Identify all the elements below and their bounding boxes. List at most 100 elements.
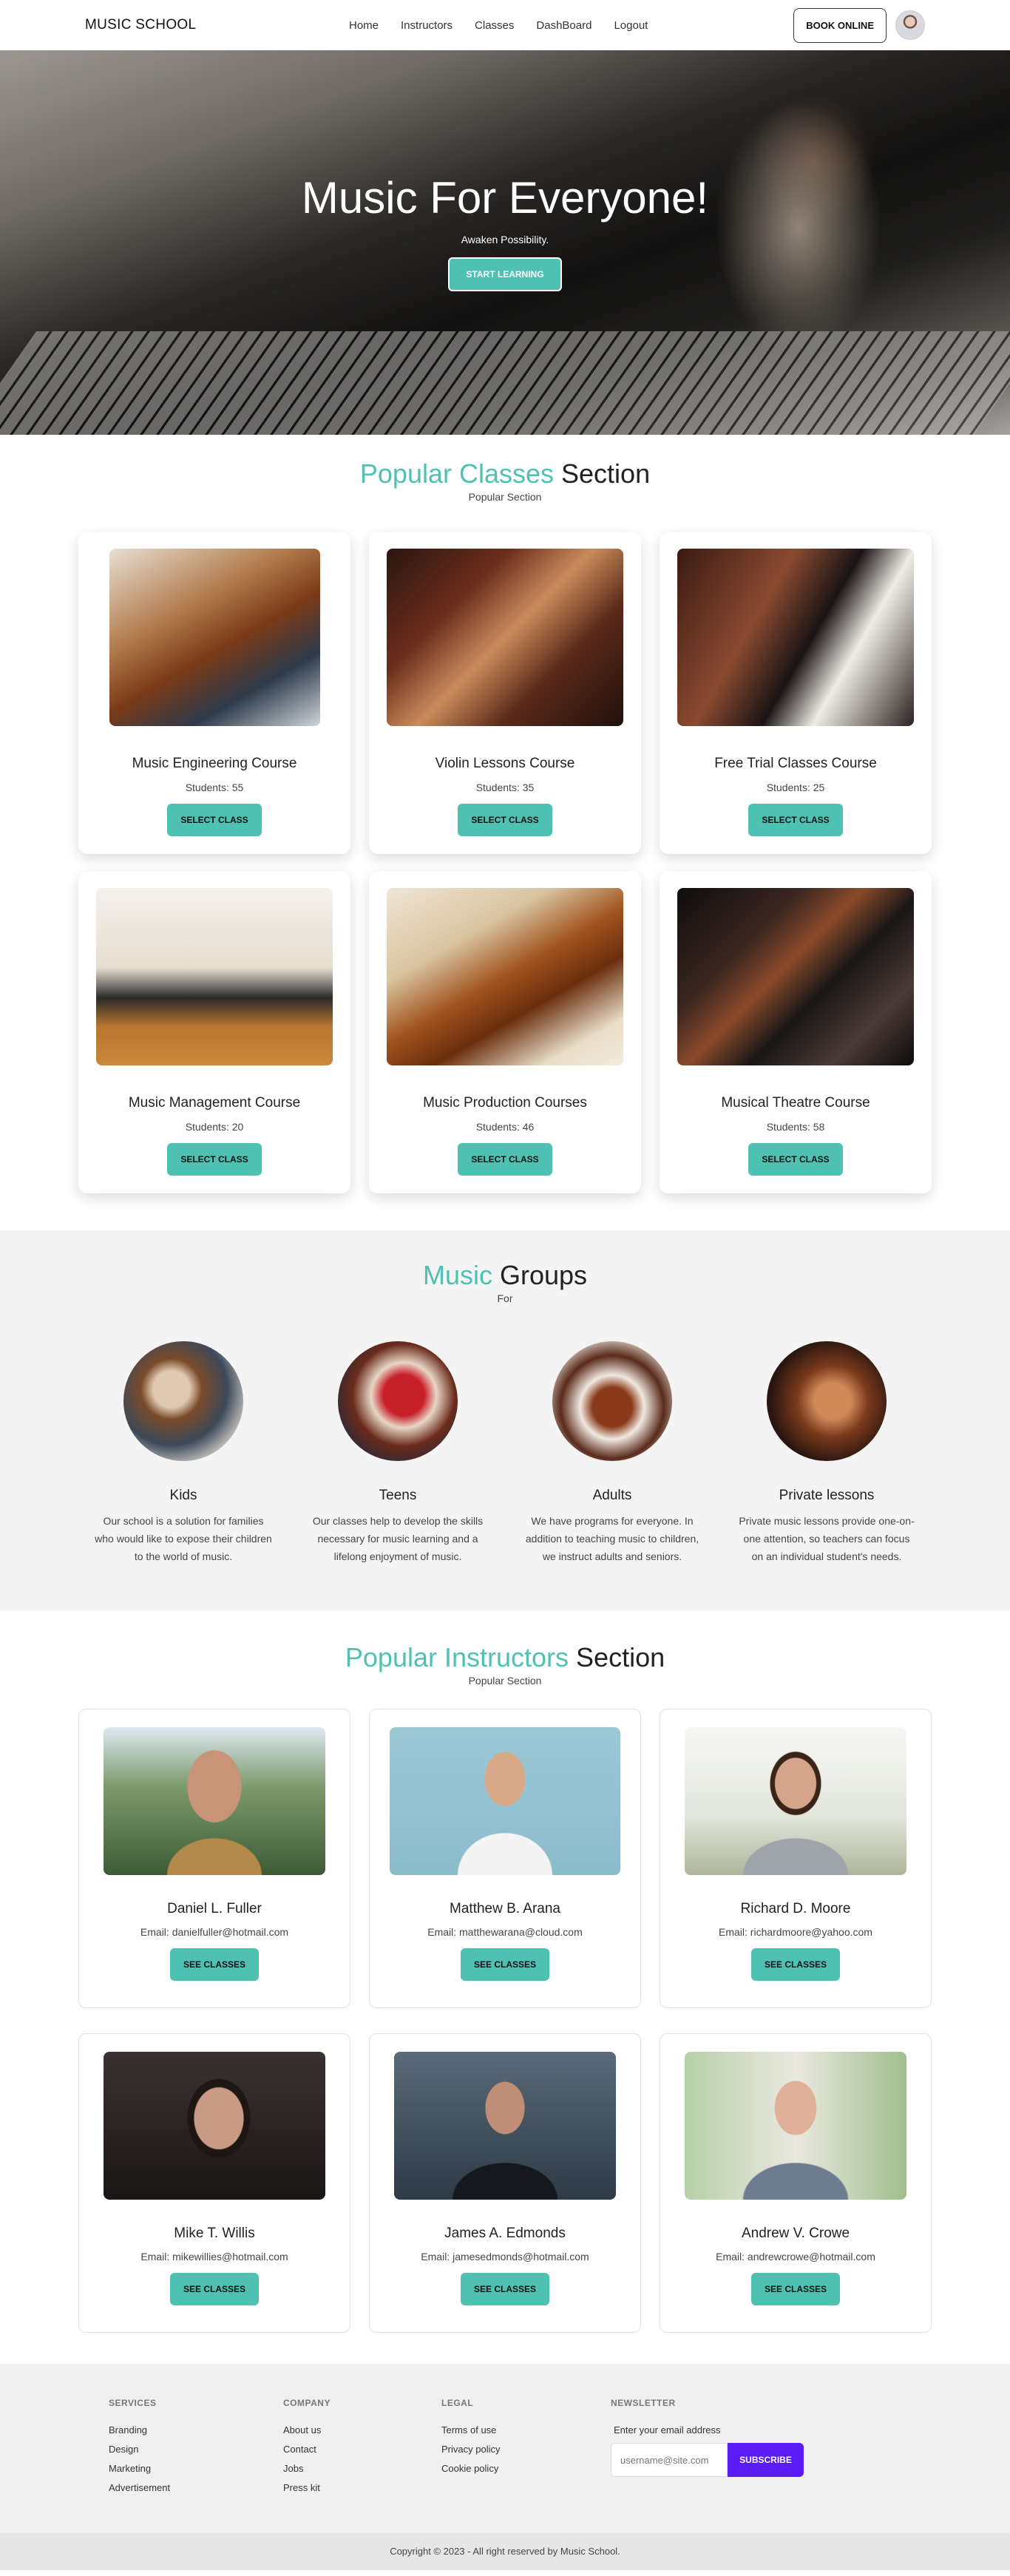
group-item: Kids Our school is a solution for famili… <box>95 1341 272 1565</box>
class-card: Free Trial Classes Course Students: 25 S… <box>660 532 932 854</box>
footer-link[interactable]: Marketing <box>109 2463 283 2474</box>
section-subtitle: Popular Section <box>468 1675 542 1687</box>
section-title: Popular Classes Section <box>0 458 1010 489</box>
see-classes-button[interactable]: SEE CLASSES <box>169 1948 260 1981</box>
nav-link-logout[interactable]: Logout <box>614 19 648 32</box>
nav-link-classes[interactable]: Classes <box>475 19 514 32</box>
select-class-button[interactable]: SELECT CLASS <box>167 1143 262 1176</box>
group-image <box>767 1341 887 1461</box>
instructor-card: Matthew B. Arana Email: matthewarana@clo… <box>369 1709 641 2008</box>
instructor-grid: Daniel L. Fuller Email: danielfuller@hot… <box>0 1709 1010 2333</box>
section-title: Popular Instructors Section <box>0 1642 1010 1673</box>
section-title-rest: Section <box>554 458 651 489</box>
class-title: Musical Theatre Course <box>721 1095 870 1111</box>
footer-newsletter: NEWSLETTER Enter your email address SUBS… <box>611 2398 804 2501</box>
instructor-photo <box>394 2052 616 2200</box>
see-classes-button[interactable]: SEE CLASSES <box>750 2273 841 2305</box>
footer-link[interactable]: Press kit <box>283 2482 441 2493</box>
section-title-accent: Popular Classes <box>359 458 555 489</box>
see-classes-button[interactable]: SEE CLASSES <box>460 2273 550 2305</box>
class-image <box>387 888 623 1065</box>
newsletter-email-input[interactable] <box>611 2443 728 2477</box>
footer-link[interactable]: Branding <box>109 2424 283 2436</box>
class-title: Music Production Courses <box>423 1095 587 1111</box>
class-card: Music Production Courses Students: 46 SE… <box>369 872 641 1193</box>
start-learning-button[interactable]: START LEARNING <box>448 257 562 291</box>
group-title: Private lessons <box>779 1488 875 1503</box>
class-card: Music Engineering Course Students: 55 SE… <box>78 532 350 854</box>
user-avatar[interactable] <box>895 10 925 40</box>
group-title: Kids <box>169 1488 197 1503</box>
footer-link[interactable]: Cookie policy <box>441 2463 611 2474</box>
class-students: Students: 20 <box>185 1121 244 1133</box>
nav-link-instructors[interactable]: Instructors <box>401 19 453 32</box>
group-image <box>123 1341 243 1461</box>
nav-link-dashboard[interactable]: DashBoard <box>536 19 592 32</box>
select-class-button[interactable]: SELECT CLASS <box>458 804 552 836</box>
top-nav: MUSIC SCHOOL Home Instructors Classes Da… <box>0 0 1010 50</box>
see-classes-button[interactable]: SEE CLASSES <box>169 2273 260 2305</box>
instructor-email: Email: richardmoore@yahoo.com <box>719 1926 872 1938</box>
instructor-photo <box>104 1727 325 1875</box>
footer-link[interactable]: Contact <box>283 2444 441 2455</box>
footer-heading: LEGAL <box>441 2398 474 2408</box>
footer: SERVICES Branding Design Marketing Adver… <box>0 2364 1010 2570</box>
section-subtitle: For <box>497 1292 513 1304</box>
instructor-name: Mike T. Willis <box>174 2226 255 2241</box>
instructor-card: James A. Edmonds Email: jamesedmonds@hot… <box>369 2033 641 2333</box>
see-classes-button[interactable]: SEE CLASSES <box>750 1948 841 1981</box>
instructor-email: Email: andrewcrowe@hotmail.com <box>716 2251 875 2263</box>
class-image <box>677 549 914 726</box>
footer-link[interactable]: Design <box>109 2444 283 2455</box>
footer-link[interactable]: Terms of use <box>441 2424 611 2436</box>
class-students: Students: 46 <box>475 1121 535 1133</box>
class-image <box>96 888 333 1065</box>
select-class-button[interactable]: SELECT CLASS <box>458 1143 552 1176</box>
subscribe-button[interactable]: SUBSCRIBE <box>728 2443 804 2477</box>
instructor-photo <box>104 2052 325 2200</box>
footer-heading: NEWSLETTER <box>611 2398 676 2408</box>
class-students: Students: 35 <box>475 782 535 793</box>
group-title: Teens <box>379 1488 417 1503</box>
group-desc: Private music lessons provide one-on-one… <box>739 1515 915 1562</box>
section-heading: Music Groups For <box>0 1260 1010 1304</box>
footer-company: COMPANY About us Contact Jobs Press kit <box>283 2398 441 2501</box>
brand-logo[interactable]: MUSIC SCHOOL <box>85 17 196 33</box>
instructor-email: Email: matthewarana@cloud.com <box>427 1926 583 1938</box>
section-title-accent: Music <box>422 1260 492 1290</box>
instructor-name: Daniel L. Fuller <box>167 1901 262 1916</box>
popular-classes-section: Popular Classes Section Popular Section … <box>0 435 1010 1230</box>
group-item: Private lessons Private music lessons pr… <box>738 1341 915 1565</box>
class-title: Free Trial Classes Course <box>714 756 877 771</box>
select-class-button[interactable]: SELECT CLASS <box>748 804 843 836</box>
footer-link[interactable]: Privacy policy <box>441 2444 611 2455</box>
section-heading: Popular Instructors Section Popular Sect… <box>0 1642 1010 1687</box>
class-students: Students: 58 <box>766 1121 825 1133</box>
footer-services: SERVICES Branding Design Marketing Adver… <box>109 2398 283 2501</box>
group-desc: Our classes help to develop the skills n… <box>312 1515 484 1562</box>
select-class-button[interactable]: SELECT CLASS <box>167 804 262 836</box>
select-class-button[interactable]: SELECT CLASS <box>748 1143 843 1176</box>
instructor-name: Matthew B. Arana <box>450 1901 560 1916</box>
class-title: Violin Lessons Course <box>435 756 575 771</box>
nav-link-home[interactable]: Home <box>349 19 379 32</box>
class-card: Violin Lessons Course Students: 35 SELEC… <box>369 532 641 854</box>
footer-legal: LEGAL Terms of use Privacy policy Cookie… <box>441 2398 611 2501</box>
instructor-email: Email: jamesedmonds@hotmail.com <box>421 2251 589 2263</box>
group-desc: We have programs for everyone. In additi… <box>525 1515 699 1562</box>
instructor-email: Email: mikewillies@hotmail.com <box>140 2251 288 2263</box>
instructor-card: Andrew V. Crowe Email: andrewcrowe@hotma… <box>660 2033 932 2333</box>
instructor-photo <box>685 1727 906 1875</box>
footer-link[interactable]: Jobs <box>283 2463 441 2474</box>
music-groups-section: Music Groups For Kids Our school is a so… <box>0 1230 1010 1611</box>
newsletter-form: SUBSCRIBE <box>611 2443 804 2477</box>
class-students: Students: 55 <box>185 782 244 793</box>
see-classes-button[interactable]: SEE CLASSES <box>460 1948 550 1981</box>
section-title-accent: Popular Instructors <box>345 1642 569 1672</box>
footer-link[interactable]: Advertisement <box>109 2482 283 2493</box>
copyright-bar: Copyright © 2023 - All right reserved by… <box>0 2533 1010 2570</box>
hero-banner: Music For Everyone! Awaken Possibility. … <box>0 50 1010 435</box>
footer-link[interactable]: About us <box>283 2424 441 2436</box>
footer-heading: COMPANY <box>283 2398 331 2408</box>
book-online-button[interactable]: BOOK ONLINE <box>793 7 887 43</box>
